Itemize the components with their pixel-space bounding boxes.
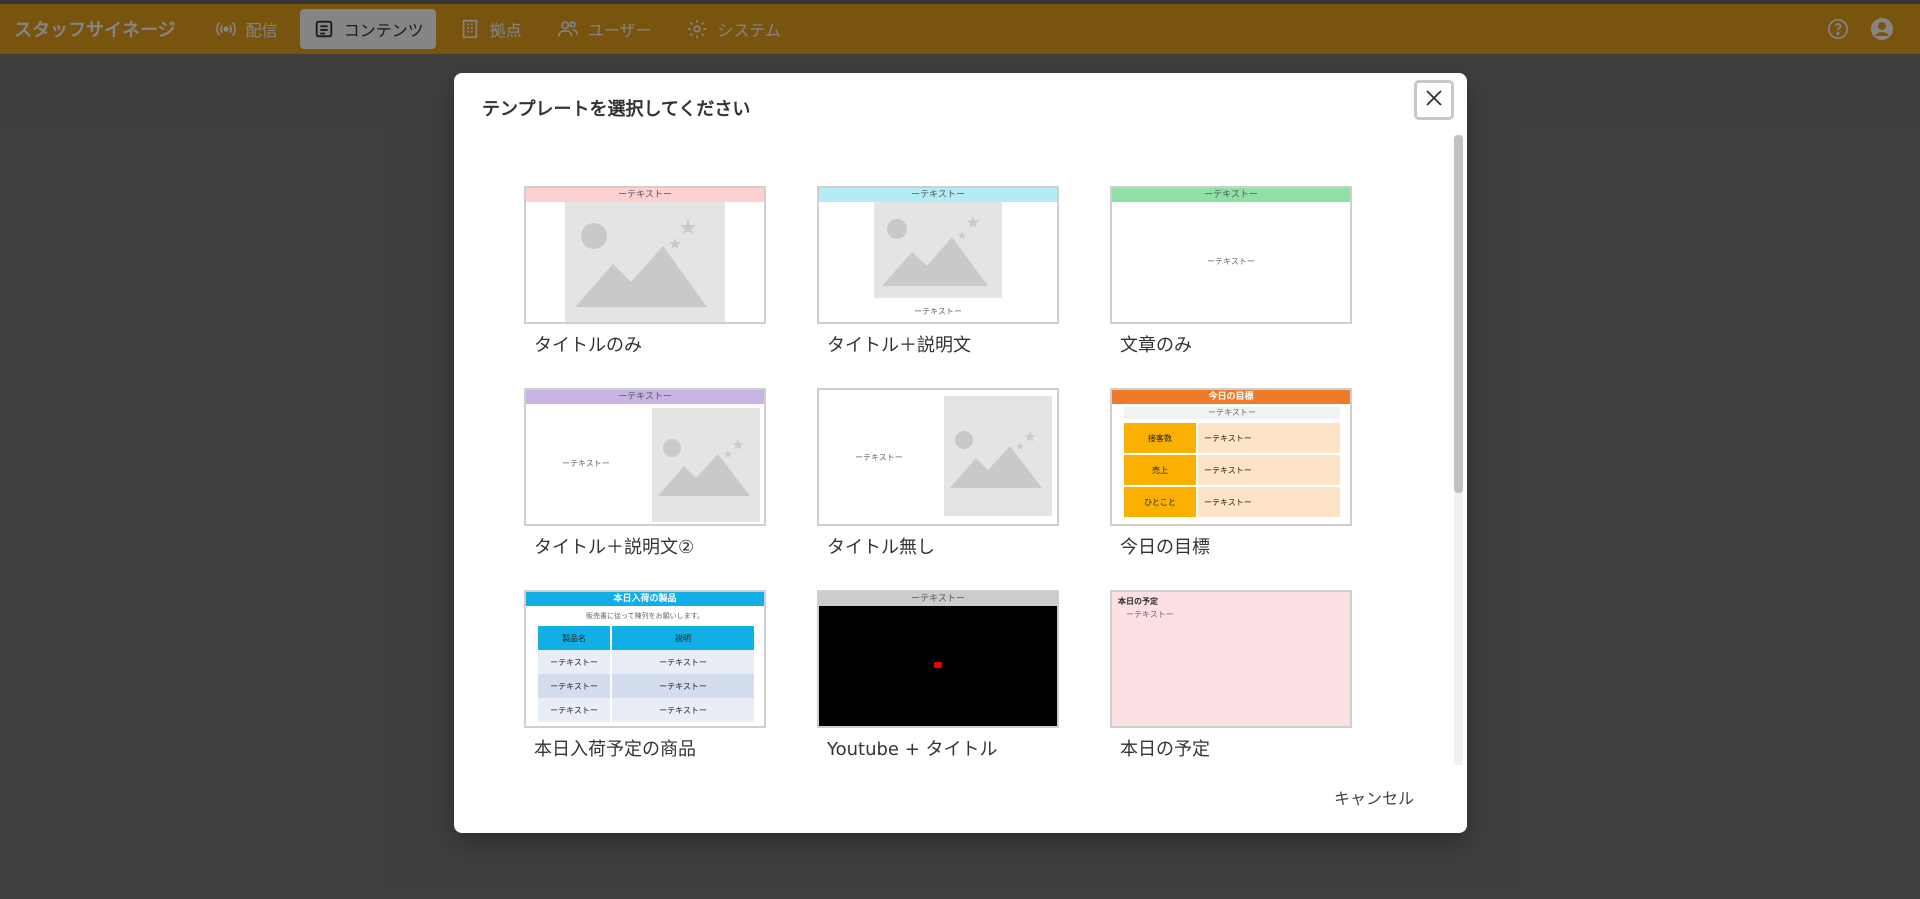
- goal-row: 売上 ーテキストー: [1124, 455, 1340, 485]
- thumb-sub-text: ーテキストー: [914, 307, 962, 316]
- template-card-todays-goal[interactable]: 今日の目標 ーテキストー 接客数 ーテキストー 売上 ーテキストー ひとこと ー…: [1110, 388, 1352, 559]
- goal-key: 接客数: [1124, 423, 1196, 453]
- table-cell: ーテキストー: [538, 650, 610, 674]
- goal-key: 売上: [1124, 455, 1196, 485]
- thumb-title-bar: ーテキストー: [819, 592, 1057, 606]
- goal-row: ひとこと ーテキストー: [1124, 487, 1340, 517]
- thumb-title-bar: ーテキストー: [819, 188, 1057, 202]
- goal-value: ーテキストー: [1198, 487, 1340, 517]
- table-row: ーテキストー ーテキストー: [538, 698, 754, 722]
- table-cell: ーテキストー: [538, 674, 610, 698]
- thumb-body-text: ーテキストー: [1126, 610, 1174, 619]
- cancel-button[interactable]: キャンセル: [1334, 785, 1414, 809]
- template-name: 今日の目標: [1120, 537, 1210, 558]
- image-placeholder-icon: [874, 202, 1002, 298]
- image-placeholder-icon: [565, 202, 725, 322]
- template-thumbnail[interactable]: ーテキストー ーテキストー: [524, 388, 766, 526]
- thumb-title-bar: 今日の目標: [1112, 390, 1350, 404]
- close-button[interactable]: [1414, 80, 1454, 120]
- table-cell: ーテキストー: [612, 650, 754, 674]
- template-name: 文章のみ: [1120, 335, 1192, 356]
- close-icon: [1425, 89, 1443, 111]
- template-thumbnail[interactable]: 今日の目標 ーテキストー 接客数 ーテキストー 売上 ーテキストー ひとこと ー…: [1110, 388, 1352, 526]
- template-thumbnail[interactable]: 本日入荷の製品 販売書に従って陳列をお願いします。 製品名 説明 ーテキストー …: [524, 590, 766, 728]
- table-header: 説明: [612, 626, 754, 650]
- template-name: タイトル＋説明文: [827, 335, 971, 356]
- table-row: ーテキストー ーテキストー: [538, 650, 754, 674]
- template-select-dialog: テンプレートを選択してください ーテキストー タイトルのみ ーテキストー ーテキ…: [454, 73, 1467, 833]
- template-name: タイトルのみ: [534, 335, 642, 356]
- goal-value: ーテキストー: [1198, 423, 1340, 453]
- template-card-title-description[interactable]: ーテキストー ーテキストー タイトル＋説明文: [817, 186, 1059, 357]
- template-name: 本日入荷予定の商品: [534, 739, 696, 760]
- template-thumbnail[interactable]: ーテキストー: [817, 388, 1059, 526]
- template-card-title-only[interactable]: ーテキストー タイトルのみ: [524, 186, 766, 357]
- goal-key: ひとこと: [1124, 487, 1196, 517]
- template-card-text-only[interactable]: ーテキストー ーテキストー 文章のみ: [1110, 186, 1352, 357]
- thumb-title-bar: ーテキストー: [526, 188, 764, 202]
- template-card-title-description-2[interactable]: ーテキストー ーテキストー タイトル＋説明文②: [524, 388, 766, 559]
- thumb-side-text: ーテキストー: [562, 459, 610, 468]
- template-name: タイトル無し: [827, 537, 935, 558]
- thumb-title-bar: ーテキストー: [526, 390, 764, 404]
- table-cell: ーテキストー: [612, 698, 754, 722]
- template-card-no-title[interactable]: ーテキストー タイトル無し: [817, 388, 1059, 559]
- template-name: Youtube + タイトル: [827, 739, 998, 760]
- thumb-title-bar: 本日入荷の製品: [526, 592, 764, 606]
- template-thumbnail[interactable]: 本日の予定 ーテキストー: [1110, 590, 1352, 728]
- goal-value: ーテキストー: [1198, 455, 1340, 485]
- thumb-side-text: ーテキストー: [855, 453, 903, 462]
- table-row: ーテキストー ーテキストー: [538, 674, 754, 698]
- table-cell: ーテキストー: [612, 674, 754, 698]
- template-card-youtube-title[interactable]: ーテキストー Youtube + タイトル: [817, 590, 1059, 761]
- template-card-todays-schedule[interactable]: 本日の予定 ーテキストー 本日の予定: [1110, 590, 1352, 761]
- table-header: 製品名: [538, 626, 610, 650]
- template-thumbnail[interactable]: ーテキストー: [524, 186, 766, 324]
- thumb-title-bar: ーテキストー: [1112, 188, 1350, 202]
- thumb-note-text: 販売書に従って陳列をお願いします。: [586, 612, 704, 620]
- template-thumbnail[interactable]: ーテキストー ーテキストー: [817, 186, 1059, 324]
- products-table: 製品名 説明 ーテキストー ーテキストー ーテキストー ーテキストー ーテキスト…: [538, 626, 754, 722]
- youtube-play-icon: [934, 662, 942, 668]
- template-name: タイトル＋説明文②: [534, 537, 695, 558]
- thumb-sub-text: ーテキストー: [1124, 407, 1340, 419]
- dialog-title: テンプレートを選択してください: [482, 99, 751, 120]
- template-card-arrivals[interactable]: 本日入荷の製品 販売書に従って陳列をお願いします。 製品名 説明 ーテキストー …: [524, 590, 766, 761]
- image-placeholder-icon: [944, 396, 1052, 516]
- thumb-body-text: ーテキストー: [1207, 257, 1255, 266]
- template-thumbnail[interactable]: ーテキストー: [817, 590, 1059, 728]
- goal-row: 接客数 ーテキストー: [1124, 423, 1340, 453]
- thumb-heading: 本日の予定: [1118, 597, 1158, 606]
- table-cell: ーテキストー: [538, 698, 610, 722]
- template-name: 本日の予定: [1120, 739, 1210, 760]
- video-placeholder: [819, 606, 1057, 726]
- image-placeholder-icon: [652, 408, 760, 522]
- template-thumbnail[interactable]: ーテキストー ーテキストー: [1110, 186, 1352, 324]
